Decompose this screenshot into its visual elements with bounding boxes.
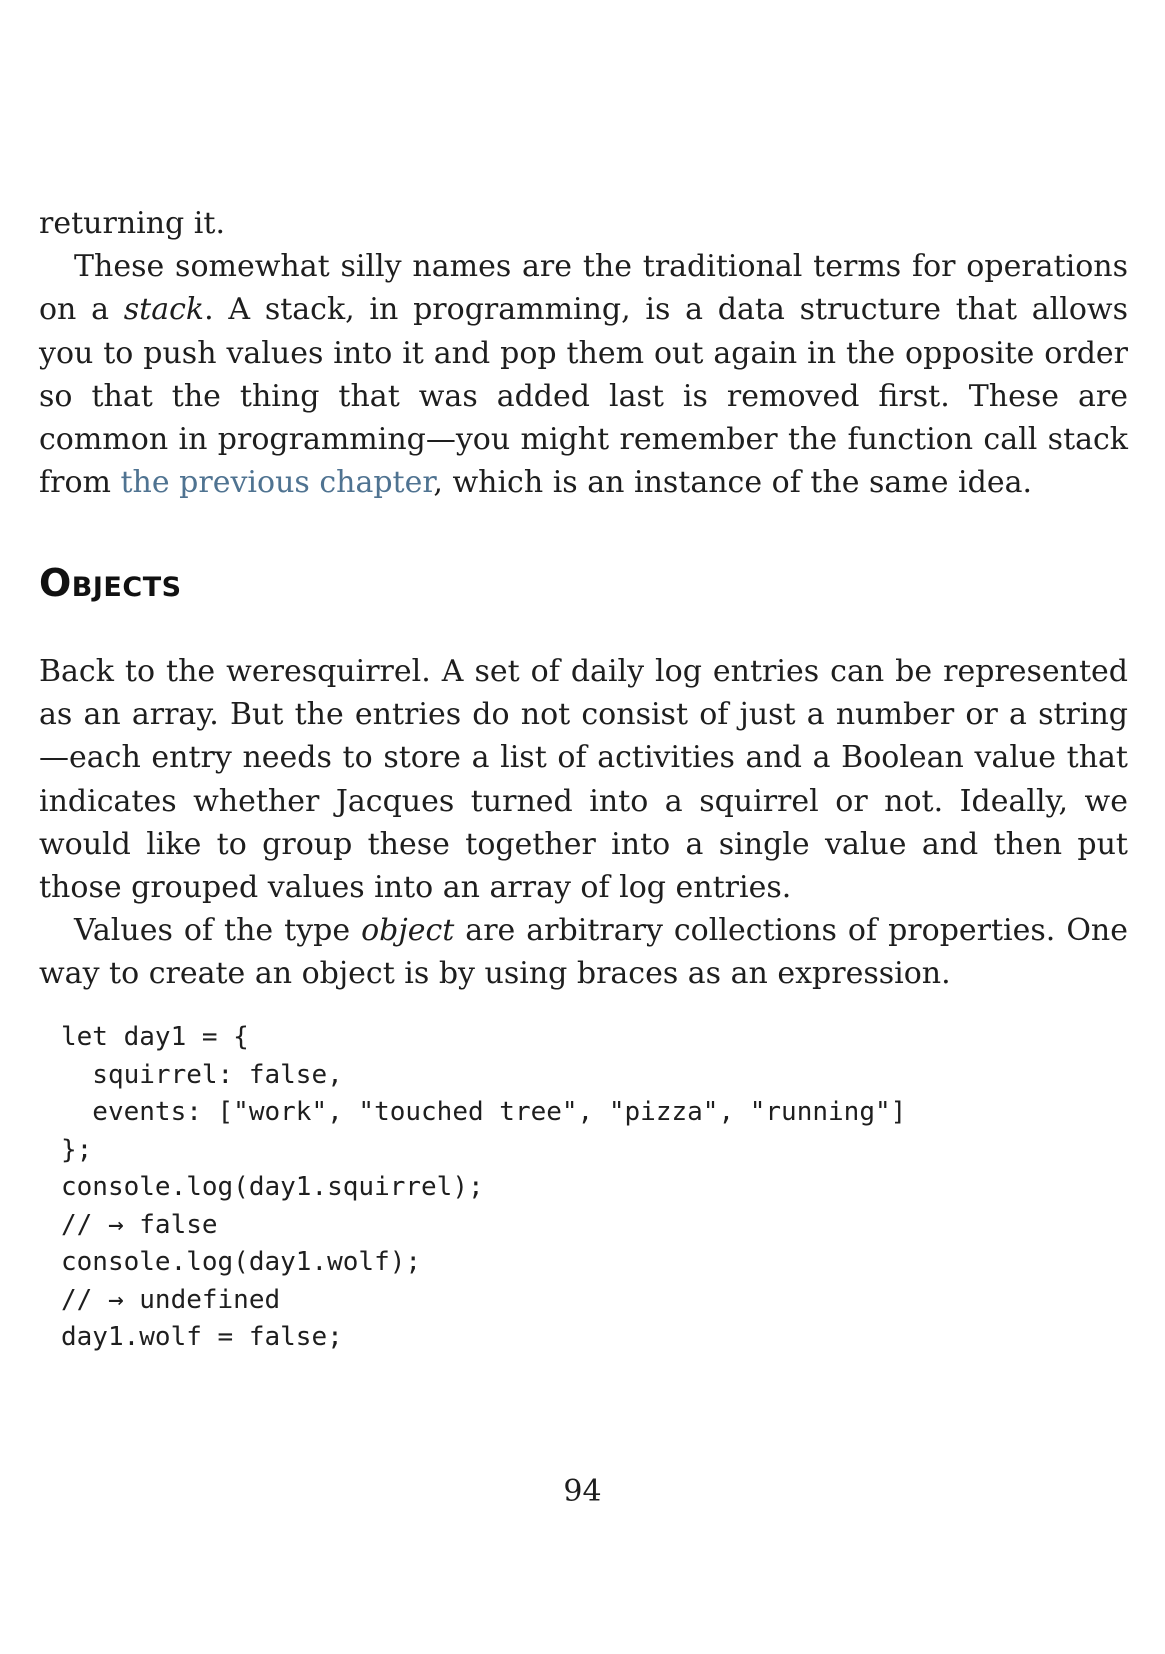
code-line: console.log(day1.squirrel); <box>61 1172 484 1202</box>
paragraph-text: Values of the type <box>74 913 362 949</box>
paragraph-object-type: Values of the type object are arbitrary … <box>39 909 1128 995</box>
intro-text: returning it. These somewhat silly names… <box>39 202 1128 504</box>
page-number: 94 <box>563 1474 602 1509</box>
paragraph-text: , which is an instance of the same idea. <box>433 465 1033 501</box>
code-line: squirrel: false, <box>61 1059 343 1090</box>
code-line: day1.wolf = false; <box>61 1322 343 1352</box>
code-line: let day1 = { <box>61 1022 249 1052</box>
code-line: }; <box>61 1134 93 1165</box>
code-line: // → false <box>61 1209 218 1240</box>
paragraph-text: returning it. <box>39 206 225 241</box>
paragraph-returning: returning it. <box>39 202 1128 245</box>
book-page: returning it. These somewhat silly names… <box>0 0 1165 1654</box>
section-text: Back to the weresquirrel. A set of daily… <box>39 650 1128 996</box>
previous-chapter-link[interactable]: the previous chapter <box>121 465 434 500</box>
code-line: // → undefined <box>61 1284 281 1315</box>
term-stack: stack <box>123 292 205 328</box>
paragraph-stack: These somewhat silly names are the tradi… <box>39 245 1128 504</box>
term-object: object <box>361 913 455 949</box>
code-line: events: ["work", "touched tree", "pizza"… <box>61 1097 907 1127</box>
paragraph-weresquirrel: Back to the weresquirrel. A set of daily… <box>39 654 1128 906</box>
section-heading: Objects <box>39 561 182 605</box>
code-listing: let day1 = { squirrel: false, events: ["… <box>61 1019 906 1357</box>
code-line: console.log(day1.wolf); <box>61 1247 422 1277</box>
